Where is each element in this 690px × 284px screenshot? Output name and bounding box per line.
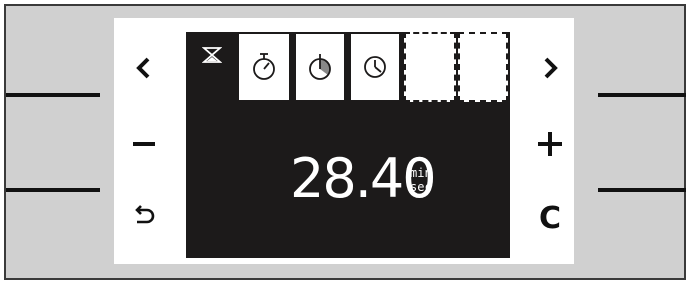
half-timer-icon (309, 54, 331, 80)
back-icon (135, 205, 155, 224)
left-rail-line-bottom (6, 188, 100, 192)
chevron-right-icon (544, 57, 558, 79)
minus-icon (133, 142, 155, 146)
time-units: min sec (410, 166, 432, 194)
tab-end-time[interactable] (349, 32, 401, 102)
previous-button[interactable] (124, 48, 164, 88)
stopwatch-icon (253, 53, 275, 80)
right-rail-line-bottom (598, 188, 686, 192)
decrease-button[interactable] (124, 124, 164, 164)
cancel-label: C (538, 200, 562, 236)
tab-timer[interactable] (188, 32, 236, 102)
right-rail-line-top (598, 93, 686, 97)
increase-button[interactable] (530, 124, 570, 164)
tab-empty-slot-2 (458, 32, 508, 102)
tab-duration[interactable] (294, 32, 346, 102)
tab-empty-slot-1 (404, 32, 456, 102)
next-button[interactable] (530, 48, 570, 88)
unit-seconds: sec (410, 180, 432, 194)
chevron-left-icon (136, 57, 150, 79)
cancel-button[interactable]: C (530, 198, 570, 238)
plus-icon (538, 132, 562, 156)
left-rail-line-top (6, 93, 100, 97)
tab-stopwatch[interactable] (237, 32, 291, 102)
unit-minutes: min (410, 166, 432, 180)
hourglass-icon (202, 47, 222, 63)
back-button[interactable] (124, 196, 164, 236)
clock-icon (364, 56, 386, 78)
